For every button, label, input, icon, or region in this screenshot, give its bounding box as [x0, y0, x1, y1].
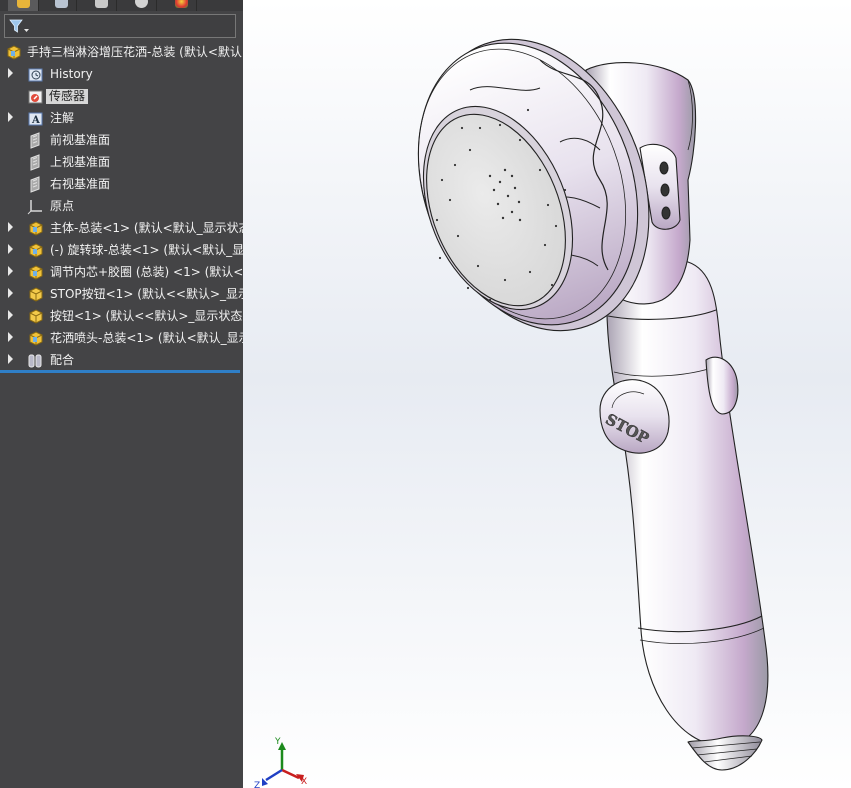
- tree-root[interactable]: 手持三档淋浴增压花洒-总装 (默认<默认: [0, 42, 243, 62]
- tree-item[interactable]: History: [0, 64, 243, 84]
- plane-icon: [27, 132, 44, 149]
- history-icon: [27, 66, 44, 83]
- part-icon: [27, 308, 44, 325]
- manager-tabs: [0, 0, 243, 11]
- tree-item-label: (-) 旋转球-总装<1> (默认<默认_显: [50, 243, 243, 257]
- tree-item[interactable]: 右视基准面: [0, 174, 243, 194]
- subassembly-icon: [27, 264, 44, 281]
- tree-item[interactable]: 原点: [0, 196, 243, 216]
- shower-head-model[interactable]: STOP Y X Z: [243, 0, 851, 788]
- coordinate-triad: Y X Z: [254, 737, 307, 788]
- tree-item-label: 调节内芯+胶圈 (总装) <1> (默认<: [50, 265, 243, 279]
- filter-icon: [9, 19, 29, 33]
- tree-item-label: STOP按钮<1> (默认<<默认>_显示: [50, 287, 243, 301]
- tree-item[interactable]: A 注解: [0, 108, 243, 128]
- mates-icon: [27, 352, 44, 369]
- tab-display-manager[interactable]: [166, 0, 197, 11]
- subassembly-icon: [27, 330, 44, 347]
- subassembly-icon: [27, 242, 44, 259]
- tree-item-label: 手持三档淋浴增压花洒-总装 (默认<默认: [27, 45, 242, 59]
- dimxpert-icon: [135, 0, 148, 8]
- expand-arrow-icon[interactable]: [8, 244, 13, 254]
- expand-arrow-icon[interactable]: [8, 112, 13, 122]
- tree-item[interactable]: 前视基准面: [0, 130, 243, 150]
- tree-item[interactable]: 传感器: [0, 86, 243, 106]
- tab-dimxpert-manager[interactable]: [126, 0, 157, 11]
- tree-item-label: 注解: [50, 111, 75, 125]
- graphics-area[interactable]: STOP Y X Z: [243, 0, 851, 788]
- expand-arrow-icon[interactable]: [8, 332, 13, 342]
- tab-configuration-manager[interactable]: [86, 0, 117, 11]
- configuration-icon: [95, 0, 108, 8]
- handle[interactable]: [606, 257, 769, 747]
- stop-button[interactable]: STOP: [599, 379, 670, 454]
- tree-item[interactable]: 上视基准面: [0, 152, 243, 172]
- expand-arrow-icon[interactable]: [8, 288, 13, 298]
- expand-arrow-icon[interactable]: [8, 266, 13, 276]
- sensor-icon: [27, 88, 44, 105]
- tree-filter[interactable]: [4, 14, 236, 38]
- expand-arrow-icon[interactable]: [8, 222, 13, 232]
- tree-item[interactable]: 花洒喷头-总装<1> (默认<默认_显示: [0, 328, 243, 348]
- tree-item[interactable]: 按钮<1> (默认<<默认>_显示状态: [0, 306, 243, 326]
- plane-icon: [27, 154, 44, 171]
- expand-arrow-icon[interactable]: [8, 354, 13, 364]
- tab-feature-manager[interactable]: [8, 0, 39, 11]
- display-manager-icon: [175, 0, 188, 8]
- tree-item[interactable]: 主体-总装<1> (默认<默认_显示状态: [0, 218, 243, 238]
- triad-y-label: Y: [274, 737, 281, 747]
- assembly-icon: [5, 44, 22, 61]
- svg-text:A: A: [31, 115, 40, 126]
- tree-item-label: 按钮<1> (默认<<默认>_显示状态: [50, 309, 243, 323]
- tree-rollback-bar[interactable]: [0, 370, 240, 373]
- tree-item[interactable]: 配合: [0, 350, 243, 370]
- tree-item-label: History: [50, 67, 93, 81]
- feature-manager-panel: 手持三档淋浴增压花洒-总装 (默认<默认 History 传感器 A 注解前视基准面上视…: [0, 0, 243, 788]
- tree-item-label: 上视基准面: [50, 155, 111, 169]
- triad-z-label: Z: [254, 781, 260, 788]
- tree-item-label: 配合: [50, 353, 75, 367]
- tree-item-label: 主体-总装<1> (默认<默认_显示状态: [50, 221, 243, 235]
- expand-arrow-icon[interactable]: [8, 68, 13, 78]
- tree-item-label: 传感器: [46, 89, 89, 104]
- tree-item[interactable]: 调节内芯+胶圈 (总装) <1> (默认<: [0, 262, 243, 282]
- thread-connector[interactable]: [687, 735, 763, 771]
- tree-item-label: 右视基准面: [50, 177, 111, 191]
- tree-item-label: 前视基准面: [50, 133, 111, 147]
- origin-icon: [27, 198, 44, 215]
- plane-icon: [27, 176, 44, 193]
- triad-x-label: X: [301, 777, 307, 787]
- tree-item-label: 花洒喷头-总装<1> (默认<默认_显示: [50, 331, 243, 345]
- annotation-icon: A: [27, 110, 44, 127]
- tab-property-manager[interactable]: [46, 0, 77, 11]
- tree-item[interactable]: STOP按钮<1> (默认<<默认>_显示: [0, 284, 243, 304]
- tree-item[interactable]: (-) 旋转球-总装<1> (默认<默认_显: [0, 240, 243, 260]
- expand-arrow-icon[interactable]: [8, 310, 13, 320]
- subassembly-icon: [27, 220, 44, 237]
- part-icon: [27, 286, 44, 303]
- feature-manager-icon: [17, 0, 30, 8]
- tree-item-label: 原点: [50, 199, 75, 213]
- property-icon: [55, 0, 68, 8]
